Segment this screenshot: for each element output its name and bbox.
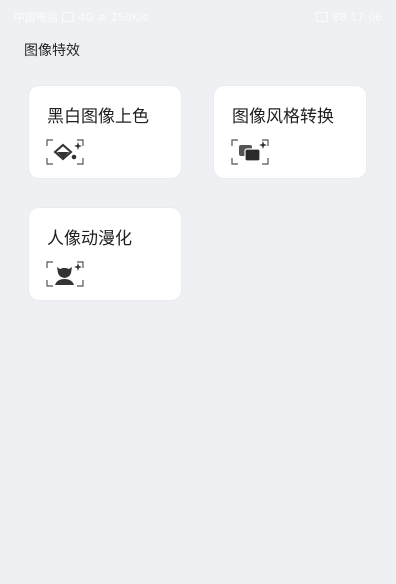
status-right: 88 17:06	[316, 11, 382, 24]
anime-portrait-icon	[46, 261, 84, 287]
sim-icon	[62, 12, 74, 22]
card-anime-portrait[interactable]: 人像动漫化	[29, 208, 181, 300]
card-label: 人像动漫化	[47, 229, 132, 249]
card-label: 图像风格转换	[232, 107, 334, 127]
status-bar: 中国电信 4G ≋ 250K/s 88 17:06	[0, 0, 396, 34]
battery-icon	[316, 12, 329, 22]
page-title: 图像特效	[24, 43, 80, 59]
clock: 17:06	[350, 10, 382, 24]
colorize-bucket-icon	[46, 139, 84, 165]
network-label: 4G	[78, 10, 94, 24]
card-colorize[interactable]: 黑白图像上色	[29, 86, 181, 178]
card-style-transfer[interactable]: 图像风格转换	[214, 86, 366, 178]
card-label: 黑白图像上色	[47, 107, 149, 127]
carrier-label: 中国电信	[14, 11, 58, 24]
status-left: 中国电信 4G ≋ 250K/s	[14, 9, 148, 25]
battery-level: 88	[332, 10, 347, 24]
style-transfer-icon	[231, 139, 269, 165]
speed-label: 250K/s	[110, 10, 149, 24]
wifi-icon: ≋	[97, 10, 107, 24]
